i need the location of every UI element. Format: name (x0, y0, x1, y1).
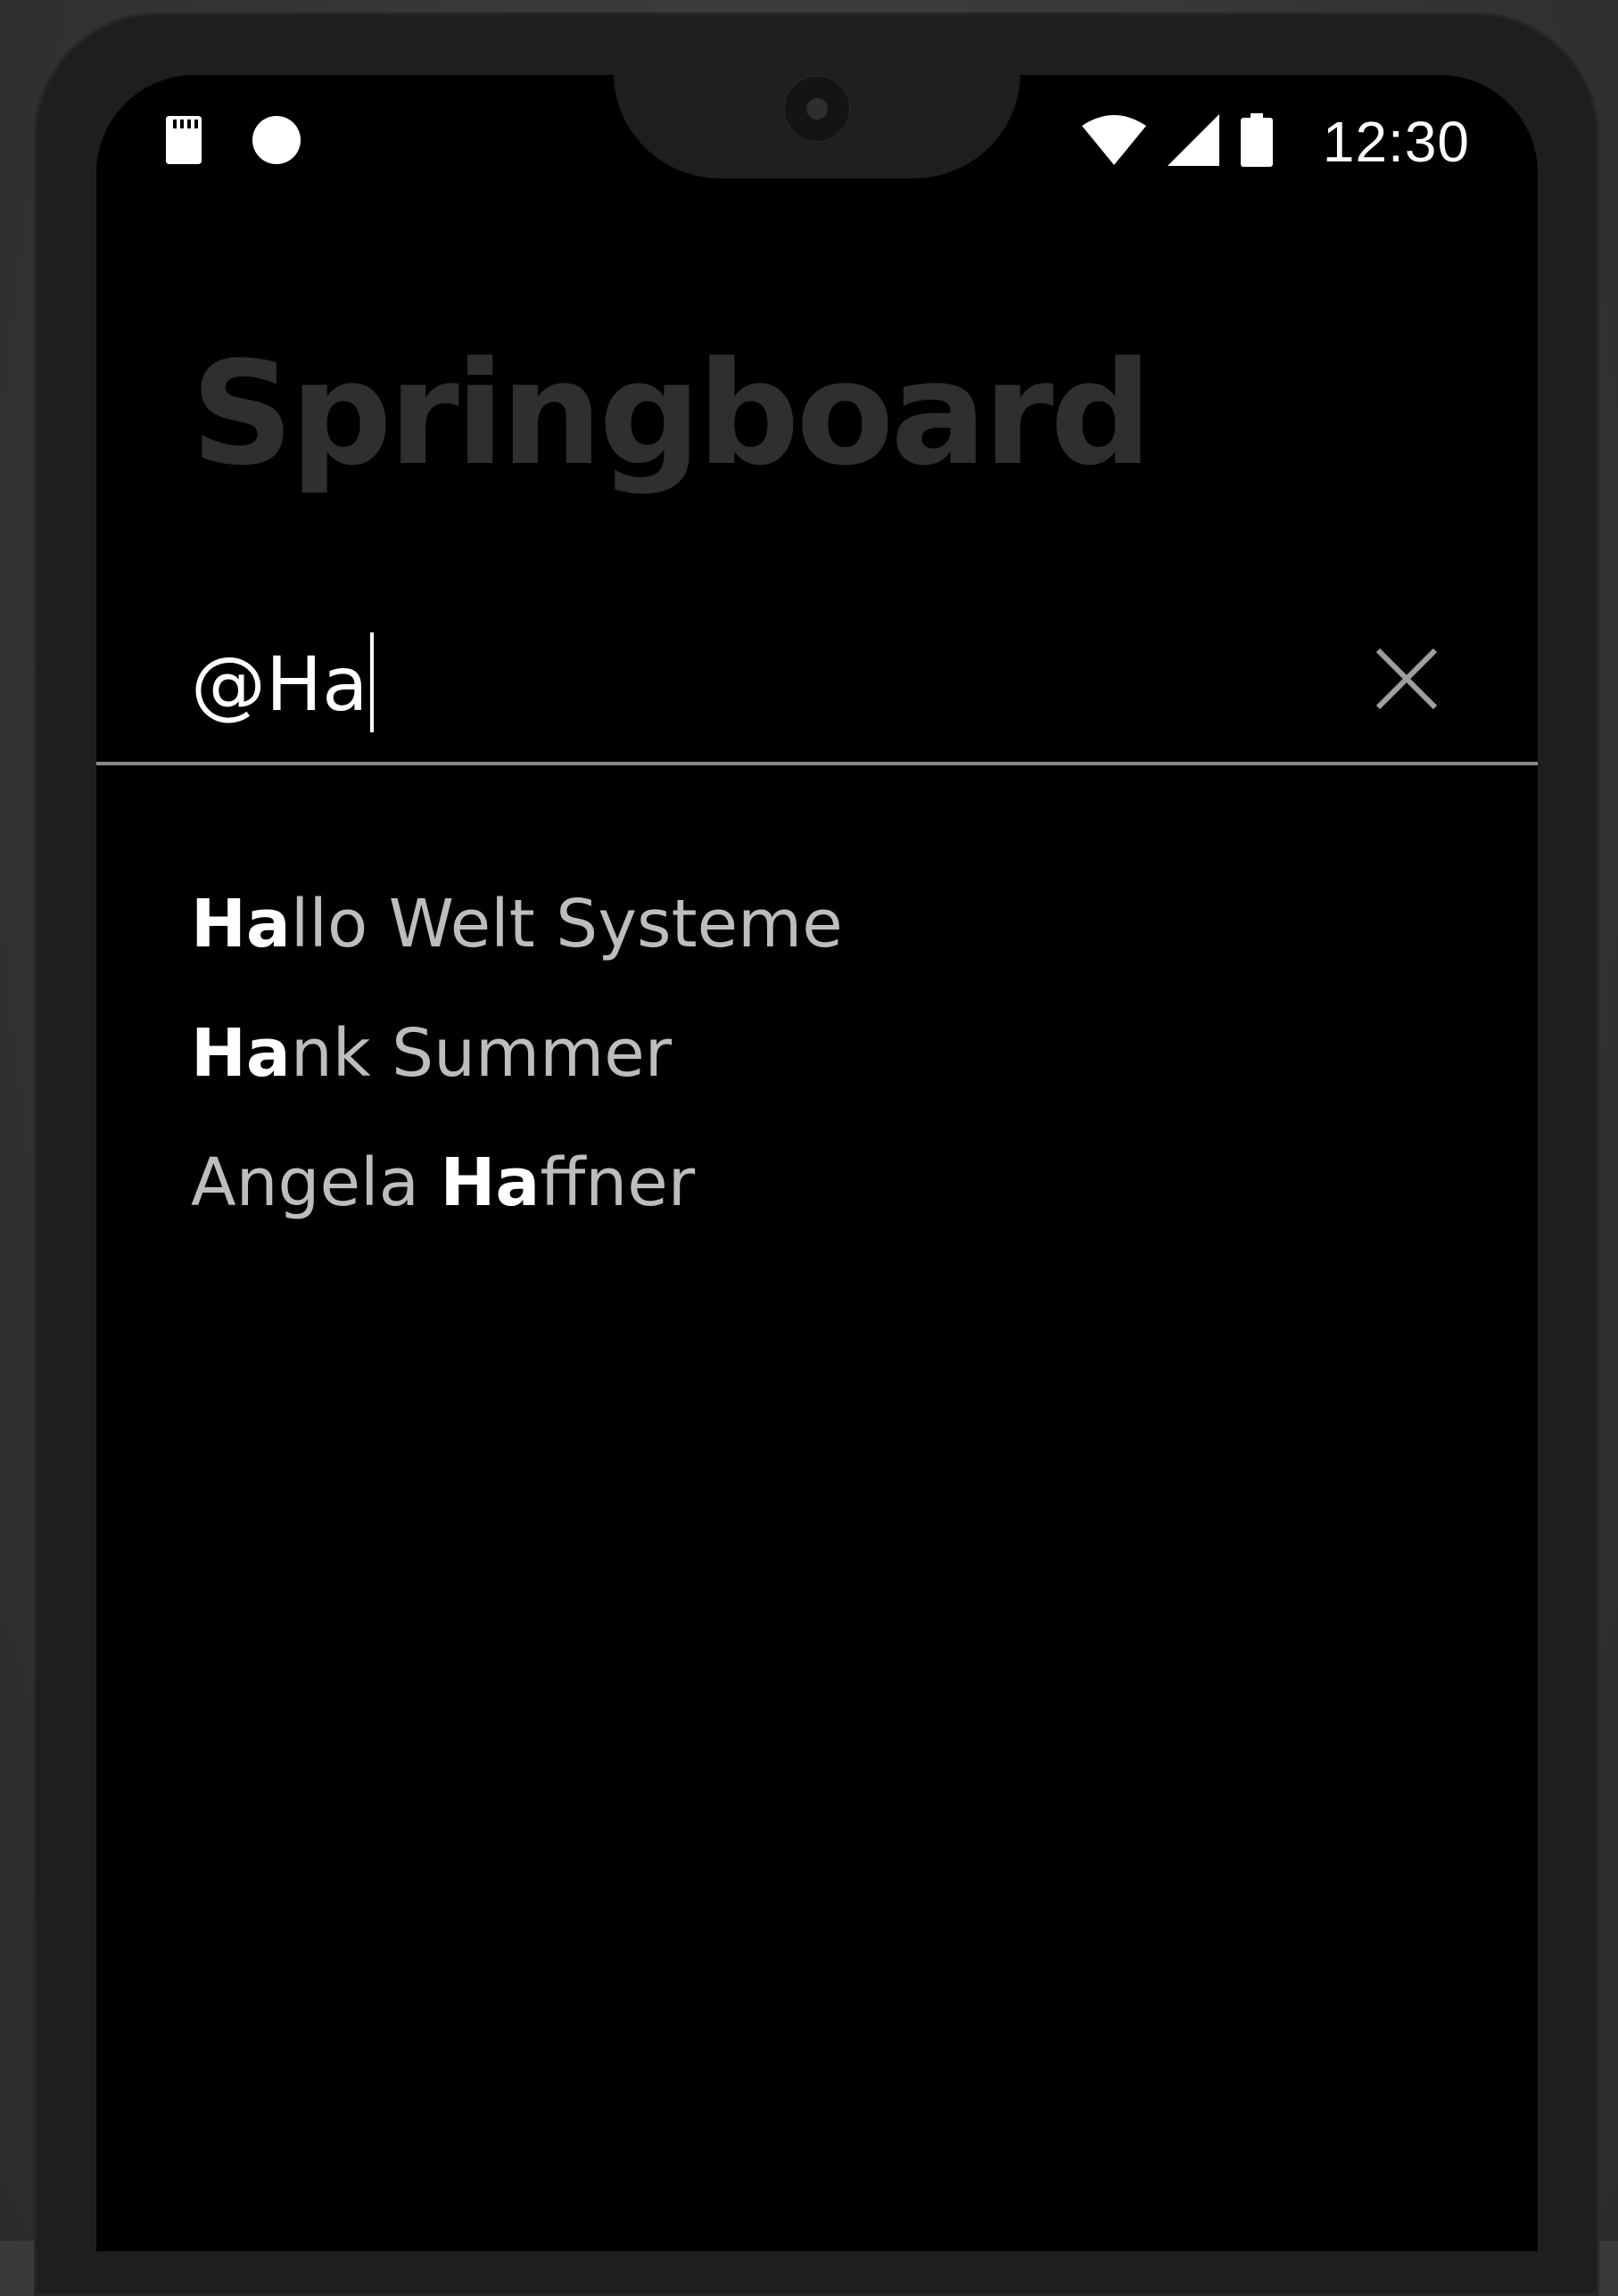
suggestion-text: Angela (191, 1144, 441, 1221)
search-bar: @Ha (96, 610, 1538, 765)
signal-icon (1167, 113, 1219, 170)
suggestion-text: nk Summer (290, 1015, 673, 1092)
search-input[interactable]: @Ha (191, 632, 374, 739)
wifi-icon (1081, 114, 1146, 169)
suggestion-item[interactable]: Angela Haffner (191, 1119, 843, 1248)
suggestion-item[interactable]: Hallo Welt Systeme (191, 860, 843, 989)
close-icon (1375, 648, 1438, 714)
camera-lens (806, 98, 828, 120)
app-title: Springboard (191, 330, 1152, 497)
notification-dot-icon (252, 115, 301, 169)
clear-search-button[interactable] (1358, 632, 1456, 730)
front-camera (783, 75, 851, 143)
status-time: 12:30 (1322, 110, 1470, 174)
status-bar-left (162, 111, 301, 173)
suggestion-item[interactable]: Hank Summer (191, 989, 843, 1119)
phone-screen: 12:30 Springboard @Ha Hallo Welt Systeme… (96, 75, 1538, 2251)
suggestion-text: llo Welt Systeme (290, 886, 843, 962)
search-input-text: @Ha (191, 640, 368, 728)
status-bar-right: 12:30 (1081, 110, 1470, 174)
battery-icon (1240, 112, 1273, 171)
text-caret (369, 632, 374, 733)
suggestion-list: Hallo Welt Systeme Hank Summer Angela Ha… (191, 860, 843, 1248)
suggestion-match: Ha (440, 1144, 541, 1221)
suggestion-match: Ha (191, 1015, 291, 1092)
suggestion-text: ffner (540, 1144, 696, 1221)
sd-card-icon (162, 114, 205, 170)
suggestion-match: Ha (191, 886, 291, 962)
